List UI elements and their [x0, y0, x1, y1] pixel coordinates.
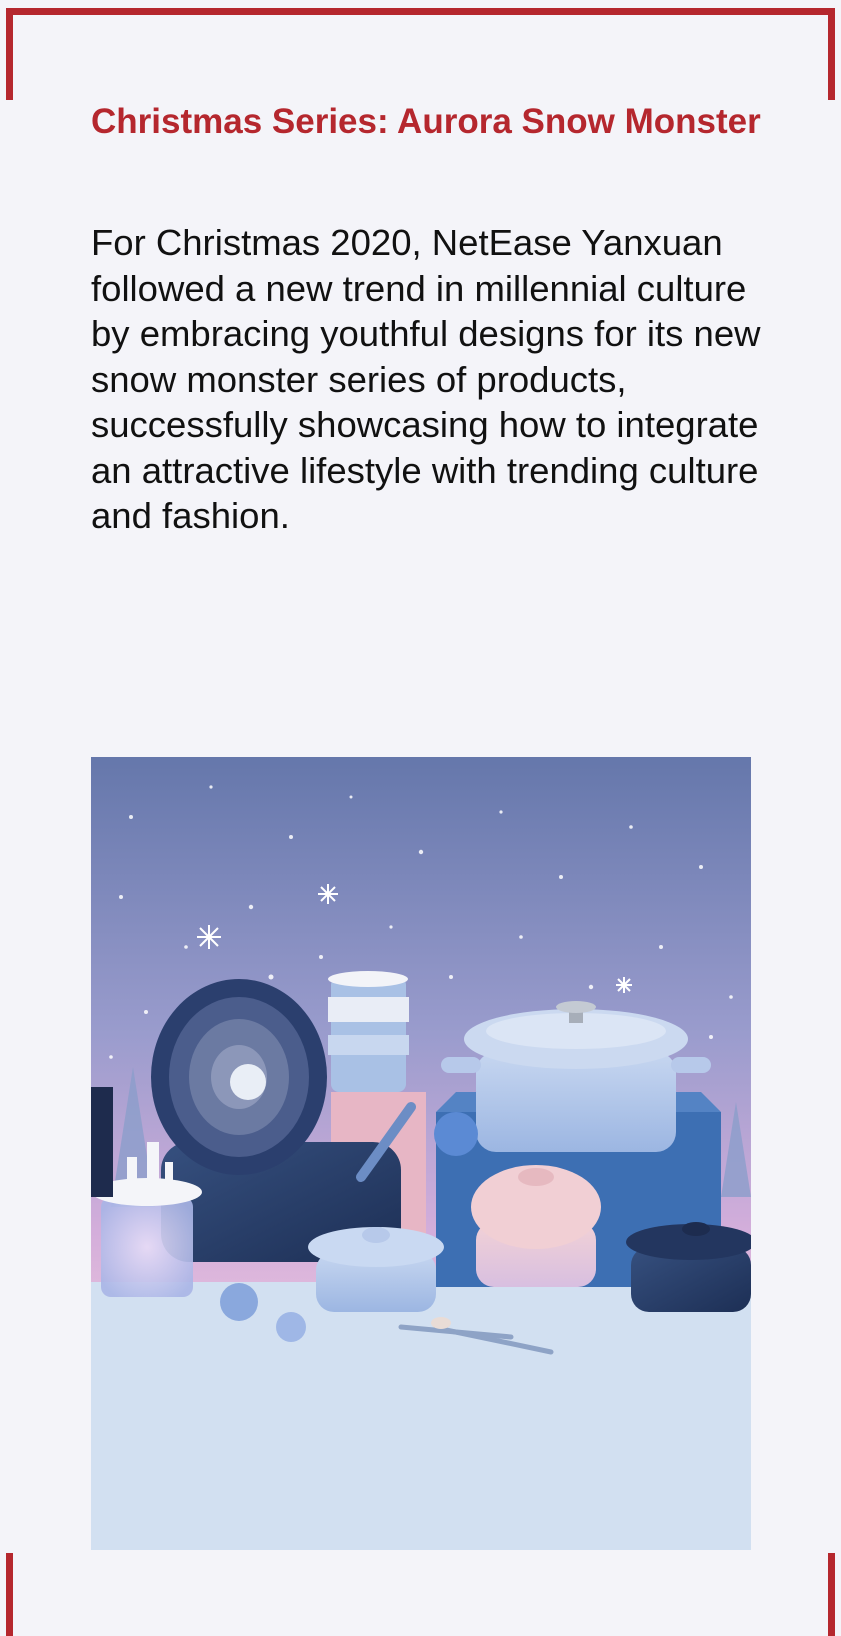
blue-ball	[434, 1112, 478, 1156]
article-title: Christmas Series: Aurora Snow Monster	[91, 102, 761, 141]
frame-top-border	[6, 8, 835, 15]
frame-left-top-border	[6, 8, 13, 100]
frame-right-top-border	[828, 8, 835, 100]
large-light-blue-pot	[441, 1001, 711, 1152]
table-ball	[220, 1283, 258, 1321]
small-light-blue-cocotte	[308, 1227, 444, 1312]
navy-small-cocotte	[626, 1222, 751, 1312]
pink-cocotte	[471, 1165, 601, 1287]
table-ball	[276, 1312, 306, 1342]
dark-mug	[91, 1087, 113, 1197]
frame-right-bottom-border	[828, 1553, 835, 1636]
article-body: For Christmas 2020, NetEase Yanxuan foll…	[91, 222, 761, 536]
frame-left-bottom-border	[6, 1553, 13, 1636]
product-photo	[91, 757, 751, 1550]
stacked-cups	[328, 971, 409, 1092]
photo-tabletop	[91, 1282, 751, 1550]
